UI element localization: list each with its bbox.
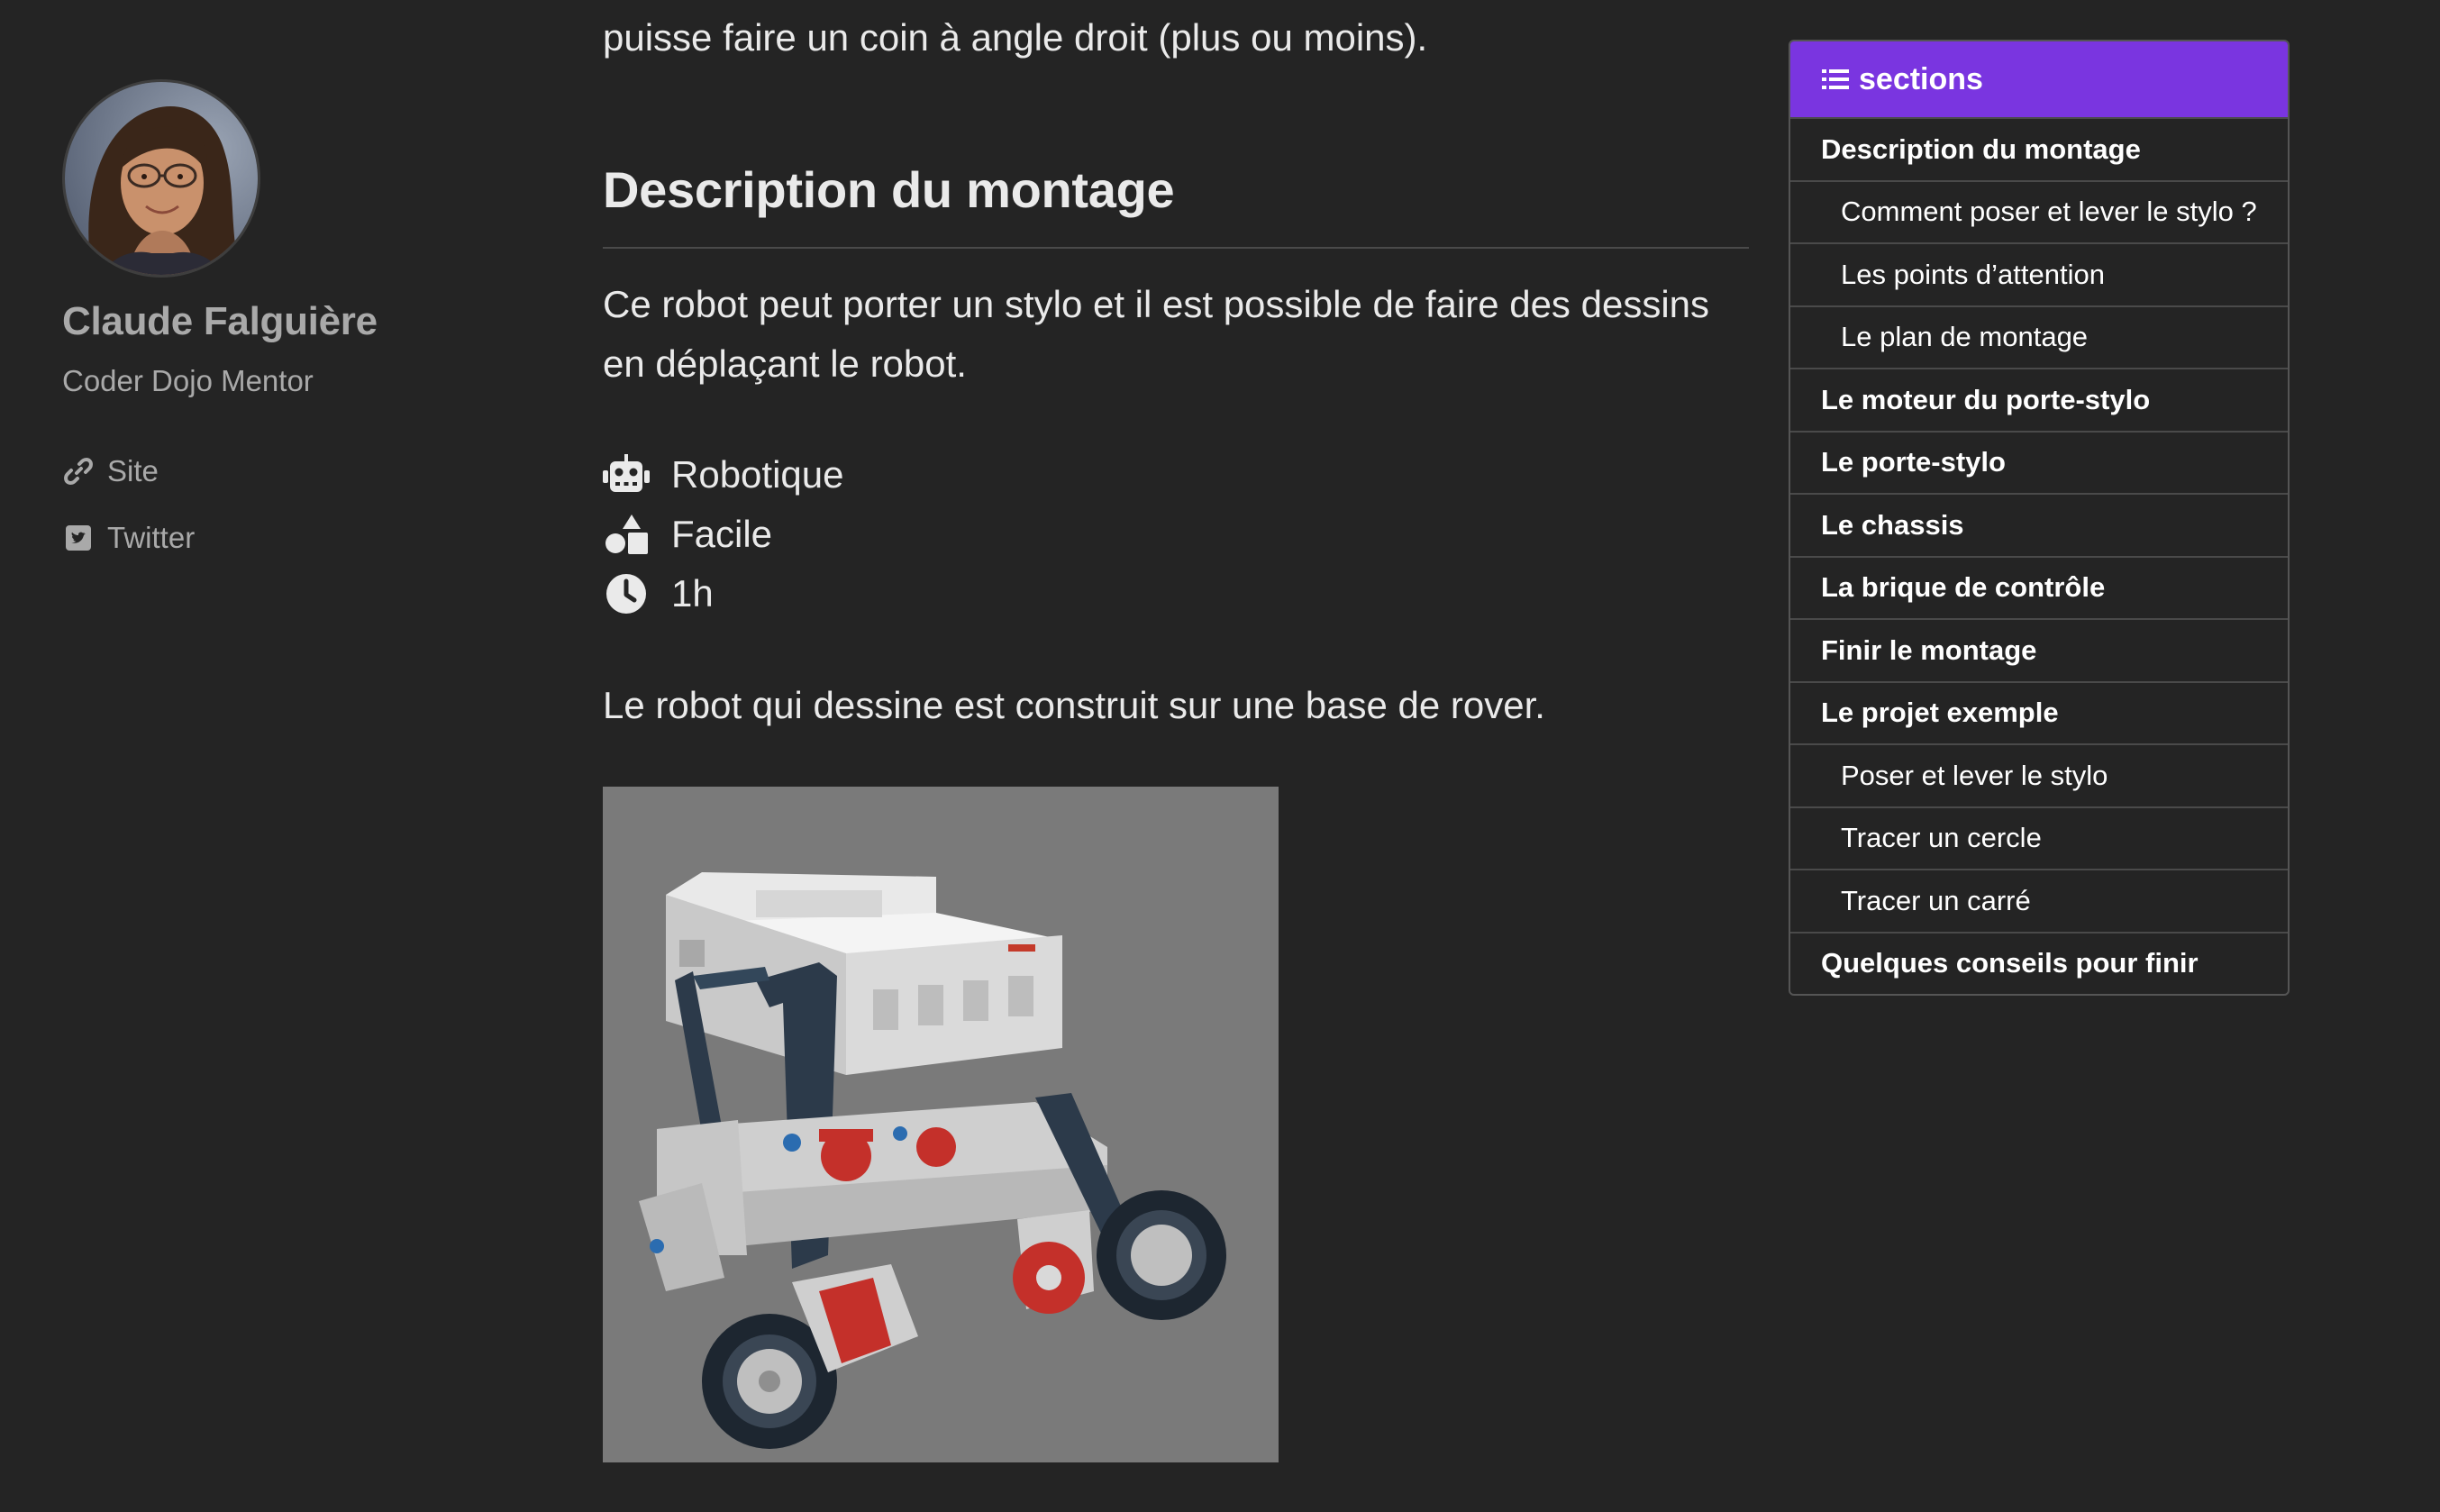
toc-item-tracer-un-cercle[interactable]: Tracer un cercle (1790, 806, 2288, 870)
author-link-twitter-label: Twitter (107, 521, 196, 554)
meta-duration: 1h (603, 564, 843, 624)
toc-item-le-moteur-du-porte-stylo[interactable]: Le moteur du porte-stylo (1790, 368, 2288, 431)
toc-item-le-porte-stylo[interactable]: Le porte-stylo (1790, 430, 2288, 494)
avatar (62, 79, 260, 278)
author-sidebar: Claude Falguière Coder Dojo Mentor Site (62, 79, 531, 571)
clock-icon (603, 570, 650, 617)
meta-difficulty-label: Facile (671, 513, 773, 555)
author-link-site-label: Site (107, 454, 159, 487)
toc-item-le-plan-de-montage[interactable]: Le plan de montage (1790, 305, 2288, 369)
meta-category: Robotique (603, 445, 843, 505)
toc-item-les-points-d-attention[interactable]: Les points d’attention (1790, 242, 2288, 305)
link-icon (62, 455, 95, 487)
toc-item-comment-poser-et-lever-le-stylo[interactable]: Comment poser et lever le stylo ? (1790, 179, 2288, 243)
sections-toc: sections Description du montage Comment … (1789, 40, 2290, 996)
intro-text-tail: puisse faire un coin à angle droit (plus… (603, 16, 1428, 59)
toc-title: sections (1859, 61, 1983, 96)
project-meta: Robotique Facile 1h (603, 445, 843, 624)
author-link-site[interactable]: Site (62, 438, 531, 505)
list-icon (1821, 64, 1852, 95)
toc-item-tracer-un-carre[interactable]: Tracer un carré (1790, 869, 2288, 932)
meta-difficulty: Facile (603, 505, 843, 564)
lego-robot-illustration (603, 787, 1279, 1462)
toc-item-finir-le-montage[interactable]: Finir le montage (1790, 618, 2288, 681)
author-links: Site Twitter (62, 438, 531, 571)
author-link-twitter[interactable]: Twitter (62, 505, 531, 571)
twitter-icon (62, 522, 95, 554)
author-name: Claude Falguière (62, 299, 378, 343)
section-heading: Description du montage (603, 161, 1175, 218)
meta-duration-label: 1h (671, 572, 714, 615)
robot-icon (603, 451, 650, 498)
description-paragraph: Ce robot peut porter un stylo et il est … (603, 283, 1710, 385)
section-divider (603, 247, 1749, 249)
meta-category-label: Robotique (671, 453, 844, 496)
toc-item-poser-et-lever-le-stylo[interactable]: Poser et lever le stylo (1790, 743, 2288, 806)
robot-image (603, 787, 1279, 1462)
toc-item-le-chassis[interactable]: Le chassis (1790, 493, 2288, 556)
toc-item-la-brique-de-controle[interactable]: La brique de contrôle (1790, 555, 2288, 619)
toc-header: sections (1790, 41, 2288, 117)
rover-paragraph: Le robot qui dessine est construit sur u… (603, 684, 1545, 726)
shapes-icon (603, 511, 650, 558)
toc-item-quelques-conseils-pour-finir[interactable]: Quelques conseils pour finir (1790, 931, 2288, 995)
toc-item-description-du-montage[interactable]: Description du montage (1790, 117, 2288, 180)
avatar-photo (65, 82, 258, 275)
toc-item-le-projet-exemple[interactable]: Le projet exemple (1790, 680, 2288, 744)
author-role: Coder Dojo Mentor (62, 364, 314, 397)
